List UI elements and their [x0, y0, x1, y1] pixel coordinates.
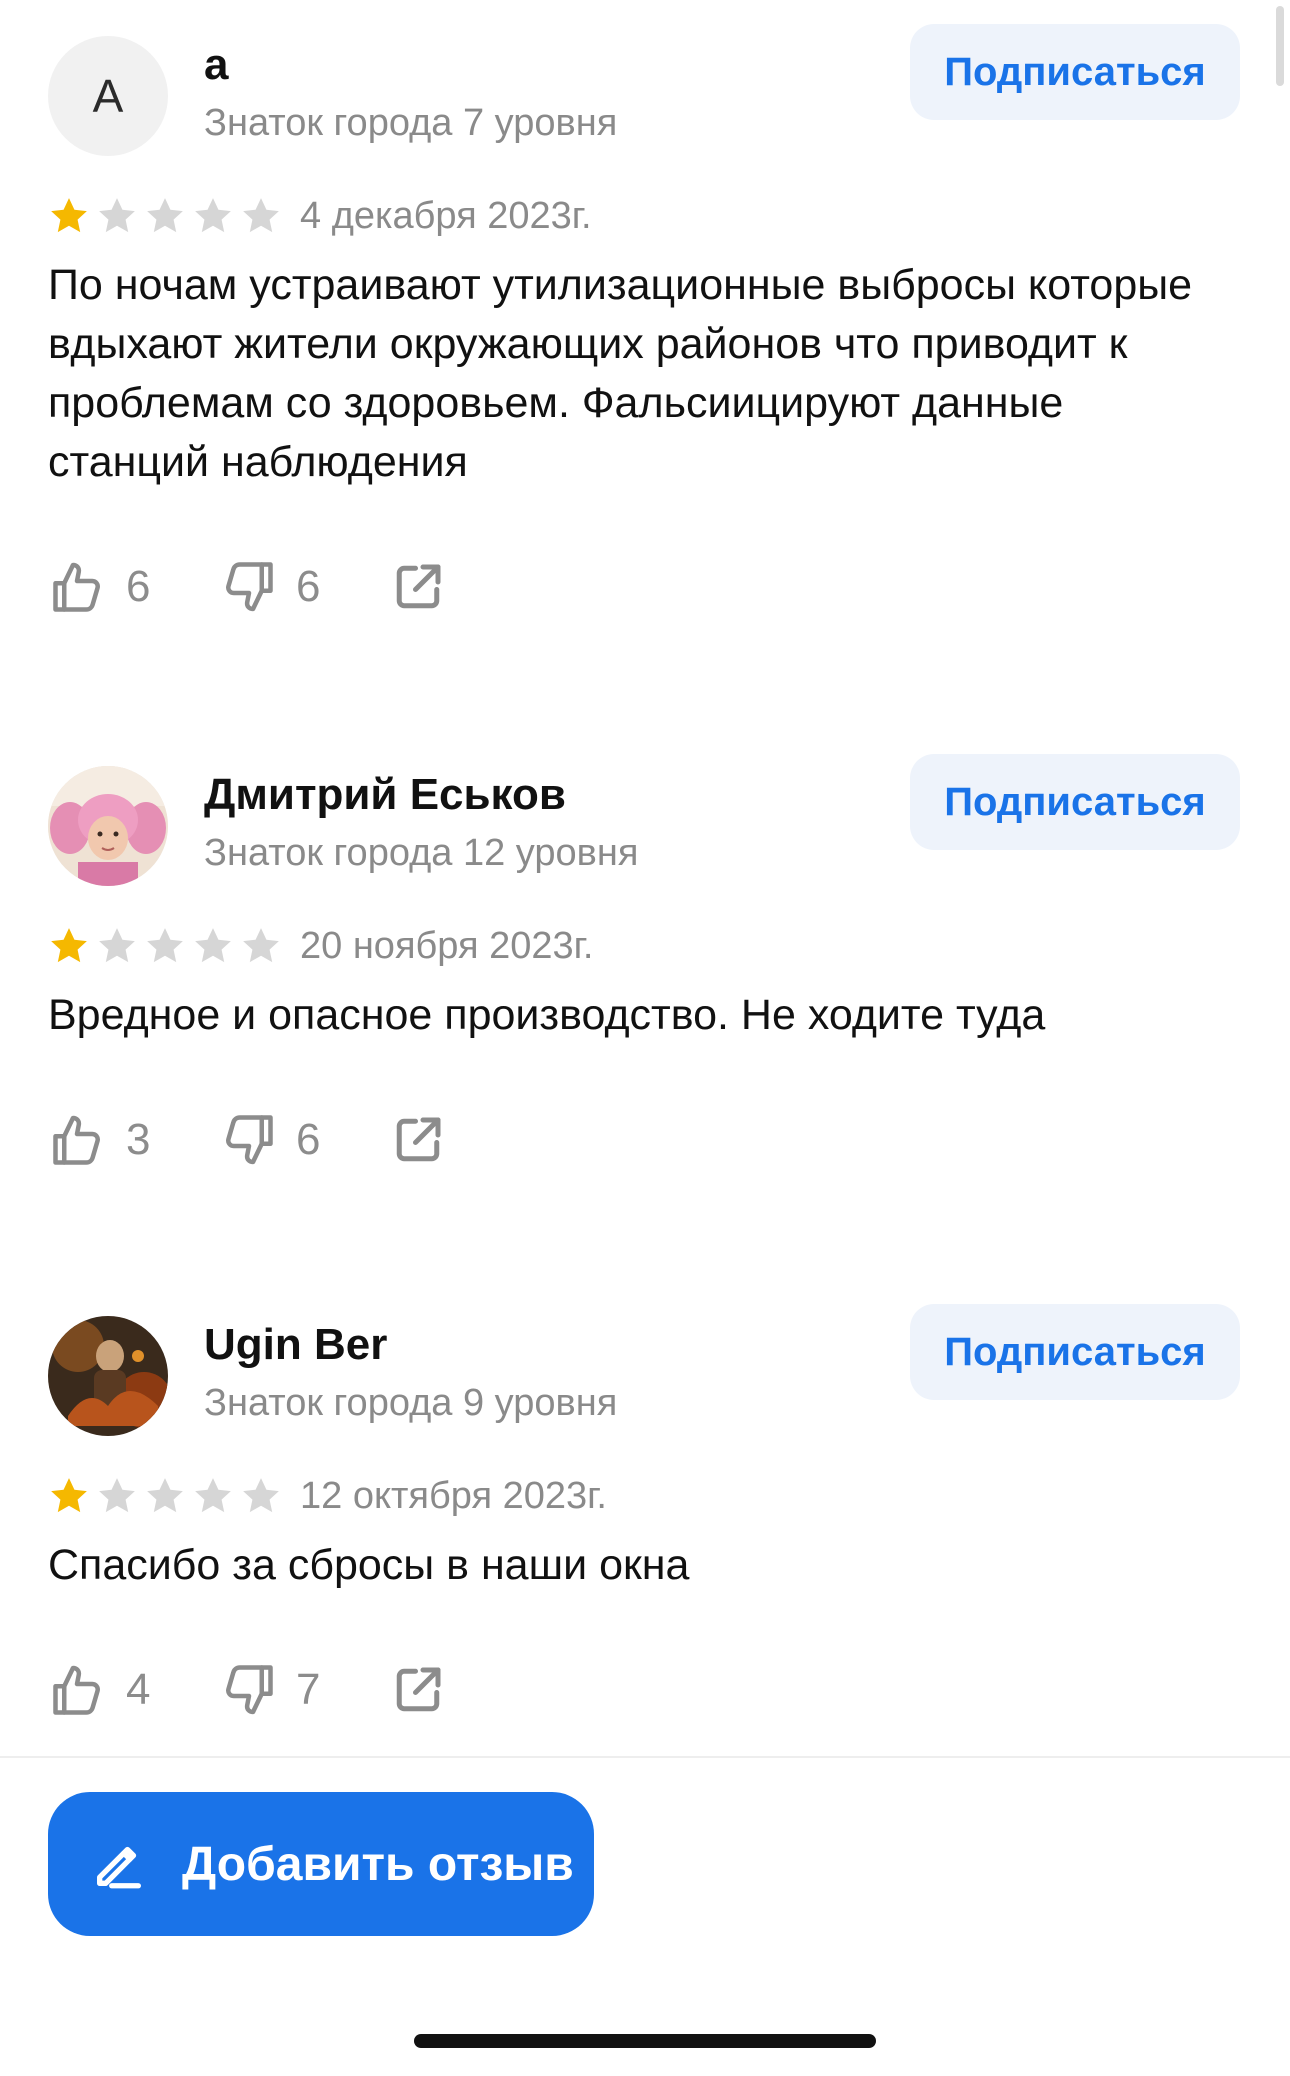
review-date: 12 октября 2023г. — [300, 1474, 607, 1517]
share-icon — [396, 1667, 441, 1712]
thumbs-up-icon — [53, 1115, 100, 1165]
review-date: 4 декабря 2023г. — [300, 194, 592, 237]
star-empty-icon — [195, 1478, 231, 1513]
subscribe-button[interactable]: Подписаться — [910, 754, 1240, 850]
scrollbar[interactable] — [1276, 6, 1284, 86]
star-rating — [48, 195, 282, 237]
thumbs-up-icon — [53, 1665, 100, 1715]
bottom-divider — [0, 1756, 1290, 1758]
star-rating — [48, 925, 282, 967]
star-filled-icon — [51, 1478, 87, 1513]
rating-row: 4 декабря 2023г. — [48, 188, 1240, 244]
review-actions: 6 6 — [48, 552, 1240, 622]
dislike-button[interactable]: 7 — [218, 1660, 388, 1720]
author-info: Ugin Ber Знаток города 9 уровня — [204, 1316, 617, 1432]
review-text: По ночам устраивают утилизационные выбро… — [48, 261, 1193, 486]
dislike-count: 6 — [296, 1115, 321, 1164]
thumbs-up-icon — [53, 562, 100, 612]
dislike-count: 7 — [296, 1665, 321, 1714]
author-level: Знаток города 7 уровня — [204, 102, 618, 144]
reviews-screen: A а Знаток города 7 уровня Подписаться 4… — [0, 0, 1290, 2076]
avatar[interactable] — [48, 1316, 168, 1436]
star-empty-icon — [147, 198, 183, 233]
like-count: 3 — [126, 1115, 151, 1164]
author-info: Дмитрий Еськов Знаток города 12 уровня — [204, 766, 638, 882]
home-indicator[interactable] — [414, 2034, 876, 2048]
avatar-photo — [48, 766, 168, 886]
star-empty-icon — [195, 198, 231, 233]
share-icon — [396, 1117, 441, 1162]
star-empty-icon — [243, 928, 279, 963]
star-empty-icon — [195, 928, 231, 963]
avatar-photo — [48, 1316, 168, 1436]
share-button[interactable] — [388, 1660, 448, 1720]
like-button[interactable]: 4 — [48, 1660, 218, 1720]
star-empty-icon — [147, 1478, 183, 1513]
review-actions: 3 6 — [48, 1105, 1240, 1175]
rating-row: 20 ноября 2023г. — [48, 918, 1240, 974]
share-button[interactable] — [388, 1110, 448, 1170]
review-card: Дмитрий Еськов Знаток города 12 уровня П… — [48, 754, 1240, 1175]
review-card: A а Знаток города 7 уровня Подписаться 4… — [48, 24, 1240, 622]
rating-row: 12 октября 2023г. — [48, 1468, 1240, 1524]
review-text: Спасибо за сбросы в наши окна — [48, 1541, 690, 1589]
pencil-icon — [97, 1846, 141, 1889]
review-date: 20 ноября 2023г. — [300, 924, 594, 967]
avatar[interactable] — [48, 766, 168, 886]
star-empty-icon — [99, 198, 135, 233]
dislike-button[interactable]: 6 — [218, 1110, 388, 1170]
star-empty-icon — [99, 1478, 135, 1513]
thumbs-down-icon — [226, 1665, 273, 1715]
star-filled-icon — [51, 198, 87, 233]
star-empty-icon — [243, 198, 279, 233]
dislike-button[interactable]: 6 — [218, 557, 388, 617]
share-icon — [396, 564, 441, 609]
star-empty-icon — [99, 928, 135, 963]
like-count: 6 — [126, 562, 151, 611]
review-header: Ugin Ber Знаток города 9 уровня Подписат… — [48, 1304, 1240, 1436]
review-text: Вредное и опасное производство. Не ходит… — [48, 991, 1046, 1039]
share-button[interactable] — [388, 557, 448, 617]
review-header: Дмитрий Еськов Знаток города 12 уровня П… — [48, 754, 1240, 886]
avatar[interactable]: A — [48, 36, 168, 156]
author-level: Знаток города 12 уровня — [204, 832, 639, 874]
like-count: 4 — [126, 1665, 151, 1714]
subscribe-button[interactable]: Подписаться — [910, 24, 1240, 120]
author-name[interactable]: Ugin Ber — [204, 1316, 617, 1374]
thumbs-down-icon — [226, 1115, 273, 1165]
avatar-letter: A — [92, 70, 124, 122]
star-filled-icon — [51, 928, 87, 963]
subscribe-button[interactable]: Подписаться — [910, 1304, 1240, 1400]
author-name[interactable]: а — [204, 36, 617, 94]
review-actions: 4 7 — [48, 1655, 1240, 1725]
review-header: A а Знаток города 7 уровня Подписаться — [48, 24, 1240, 156]
review-card: Ugin Ber Знаток города 9 уровня Подписат… — [48, 1304, 1240, 1725]
like-button[interactable]: 6 — [48, 557, 218, 617]
star-empty-icon — [147, 928, 183, 963]
star-empty-icon — [243, 1478, 279, 1513]
author-info: а Знаток города 7 уровня — [204, 36, 617, 152]
star-rating — [48, 1475, 282, 1517]
add-review-label: Добавить отзыв — [182, 1837, 574, 1891]
author-level: Знаток города 9 уровня — [204, 1382, 618, 1424]
thumbs-down-icon — [226, 562, 273, 612]
dislike-count: 6 — [296, 562, 321, 611]
add-review-button[interactable]: Добавить отзыв — [48, 1792, 594, 1936]
author-name[interactable]: Дмитрий Еськов — [204, 766, 638, 824]
like-button[interactable]: 3 — [48, 1110, 218, 1170]
